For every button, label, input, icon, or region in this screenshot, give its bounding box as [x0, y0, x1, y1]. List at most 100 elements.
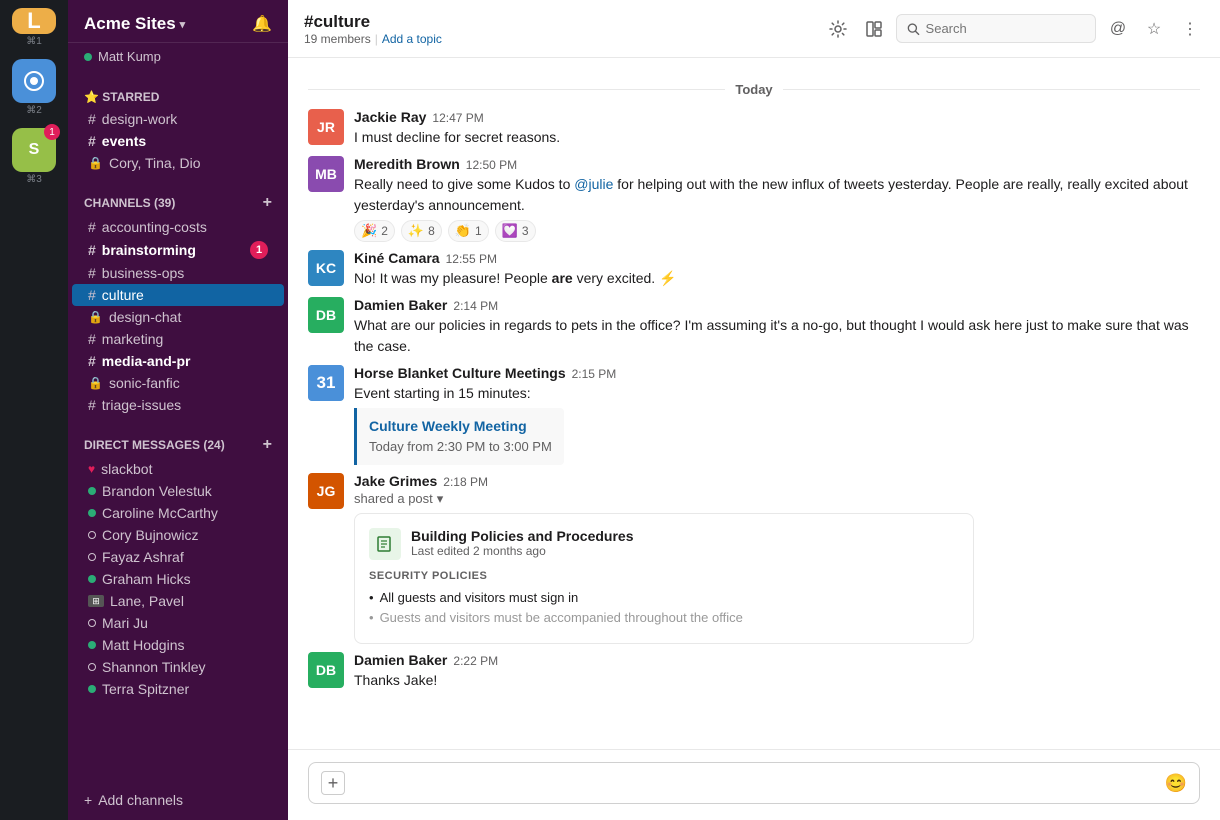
sidebar-item-marketing[interactable]: # marketing — [72, 328, 284, 350]
channels-section: CHANNELS (39) + # accounting-costs # bra… — [68, 178, 288, 420]
hash-icon: # — [88, 331, 96, 347]
mention[interactable]: @julie — [574, 176, 613, 192]
dm-label: slackbot — [101, 461, 152, 477]
dm-item-brandon[interactable]: Brandon Velestuk — [72, 480, 284, 502]
add-channel-button[interactable]: + Add channels — [84, 792, 272, 808]
message-author[interactable]: Kiné Camara — [354, 250, 440, 266]
dm-item-fayaz[interactable]: Fayaz Ashraf — [72, 546, 284, 568]
sidebar-item-brainstorming[interactable]: # brainstorming 1 — [72, 238, 284, 262]
offline-dot — [88, 663, 96, 671]
dm-label: DIRECT MESSAGES (24) — [84, 438, 225, 452]
layout-icon[interactable] — [860, 15, 888, 43]
message-text: Event starting in 15 minutes: Culture We… — [354, 383, 1200, 465]
sidebar-item-sonic-fanfic[interactable]: 🔒 sonic-fanfic — [72, 372, 284, 394]
message-author[interactable]: Meredith Brown — [354, 156, 460, 172]
dm-item-graham[interactable]: Graham Hicks — [72, 568, 284, 590]
dm-item-lane-pavel[interactable]: ⊞ Lane, Pavel — [72, 590, 284, 612]
more-icon[interactable]: ⋮ — [1176, 15, 1204, 43]
shortcut-3: ⌘3 — [26, 174, 42, 185]
add-attachment-button[interactable]: + — [321, 771, 345, 795]
divider: | — [375, 32, 378, 46]
add-topic-link[interactable]: Add a topic — [382, 32, 442, 46]
message-input[interactable] — [353, 775, 1157, 791]
search-icon — [907, 22, 920, 36]
sidebar-item-cory-tina-dio[interactable]: 🔒 Cory, Tina, Dio — [72, 152, 284, 174]
message-author[interactable]: Jackie Ray — [354, 109, 426, 125]
event-title[interactable]: Culture Weekly Meeting — [369, 416, 552, 437]
dm-item-cory[interactable]: Cory Bujnowicz — [72, 524, 284, 546]
emoji-button[interactable]: 😊 — [1165, 773, 1187, 794]
workspace-name[interactable]: Acme Sites ▾ — [84, 14, 185, 34]
message-text: I must decline for secret reasons. — [354, 127, 1200, 148]
reaction-clap[interactable]: 👏1 — [448, 220, 489, 242]
message-author[interactable]: Damien Baker — [354, 652, 447, 668]
dm-item-mari[interactable]: Mari Ju — [72, 612, 284, 634]
member-count: 19 members — [304, 32, 371, 46]
message-row: JR Jackie Ray 12:47 PM I must decline fo… — [288, 105, 1220, 152]
search-box[interactable] — [896, 14, 1096, 43]
reaction-sparkle[interactable]: ✨8 — [401, 220, 442, 242]
settings-icon[interactable] — [824, 15, 852, 43]
dm-label: Caroline McCarthy — [102, 505, 218, 521]
sidebar-item-label: sonic-fanfic — [109, 375, 180, 391]
dm-item-slackbot[interactable]: ♥ slackbot — [72, 458, 284, 480]
message-author[interactable]: Damien Baker — [354, 297, 447, 313]
search-input[interactable] — [926, 21, 1085, 36]
sidebar-footer: + Add channels — [68, 780, 288, 820]
sidebar-item-business-ops[interactable]: # business-ops — [72, 262, 284, 284]
bell-icon[interactable]: 🔔 — [252, 14, 272, 34]
hash-icon: # — [88, 133, 96, 149]
event-prefix: Event starting in 15 minutes: — [354, 383, 1200, 404]
sidebar-item-accounting-costs[interactable]: # accounting-costs — [72, 216, 284, 238]
dm-label: Fayaz Ashraf — [102, 549, 184, 565]
app-icon-2[interactable] — [12, 59, 56, 103]
channel-name: #culture — [304, 12, 812, 32]
reaction-party[interactable]: 🎉2 — [354, 220, 395, 242]
add-channel-icon[interactable]: + — [263, 194, 272, 212]
shared-post-label: shared a post ▾ — [354, 491, 1200, 507]
sidebar-item-events[interactable]: # events — [72, 130, 284, 152]
message-text: Really need to give some Kudos to @julie… — [354, 174, 1200, 216]
dm-item-caroline[interactable]: Caroline McCarthy — [72, 502, 284, 524]
hash-icon: # — [88, 353, 96, 369]
post-card[interactable]: Building Policies and Procedures Last ed… — [354, 513, 974, 645]
message-text: What are our policies in regards to pets… — [354, 315, 1200, 357]
sidebar-item-label: events — [102, 133, 146, 149]
chevron-down-icon: ▾ — [437, 491, 444, 507]
sidebar-item-media-and-pr[interactable]: # media-and-pr — [72, 350, 284, 372]
dm-label: Cory Bujnowicz — [102, 527, 198, 543]
message-author[interactable]: Horse Blanket Culture Meetings — [354, 365, 566, 381]
dm-item-shannon[interactable]: Shannon Tinkley — [72, 656, 284, 678]
hash-icon: # — [88, 111, 96, 127]
at-icon[interactable]: @ — [1104, 15, 1132, 43]
sidebar-item-label: brainstorming — [102, 242, 196, 258]
app-icon-main[interactable]: L — [12, 8, 56, 34]
post-section-title: SECURITY POLICIES — [369, 570, 959, 582]
sidebar-item-label: design-chat — [109, 309, 181, 325]
reaction-heart[interactable]: 💟3 — [495, 220, 536, 242]
sidebar-item-culture[interactable]: # culture — [72, 284, 284, 306]
message-header: Meredith Brown 12:50 PM — [354, 156, 1200, 172]
post-meta: Last edited 2 months ago — [411, 544, 634, 558]
username: Matt Kump — [98, 49, 161, 64]
post-bullet-1: All guests and visitors must sign in — [369, 588, 959, 609]
dm-label: Brandon Velestuk — [102, 483, 212, 499]
online-dot — [88, 487, 96, 495]
dm-label: Terra Spitzner — [102, 681, 189, 697]
message-time: 12:47 PM — [432, 111, 483, 125]
message-content: Horse Blanket Culture Meetings 2:15 PM E… — [354, 365, 1200, 465]
message-author[interactable]: Jake Grimes — [354, 473, 437, 489]
message-time: 2:18 PM — [443, 475, 488, 489]
dm-item-terra[interactable]: Terra Spitzner — [72, 678, 284, 700]
avatar: DB — [308, 297, 344, 333]
star-icon[interactable]: ☆ — [1140, 15, 1168, 43]
sidebar-item-triage-issues[interactable]: # triage-issues — [72, 394, 284, 416]
lock-icon: 🔒 — [88, 376, 103, 390]
dm-item-matt[interactable]: Matt Hodgins — [72, 634, 284, 656]
sidebar-item-design-work[interactable]: # design-work — [72, 108, 284, 130]
sidebar-item-design-chat[interactable]: 🔒 design-chat — [72, 306, 284, 328]
message-header: Damien Baker 2:14 PM — [354, 297, 1200, 313]
starred-label: ⭐ STARRED — [84, 90, 159, 104]
add-dm-icon[interactable]: + — [263, 436, 272, 454]
calendar-event[interactable]: Culture Weekly Meeting Today from 2:30 P… — [354, 408, 564, 465]
